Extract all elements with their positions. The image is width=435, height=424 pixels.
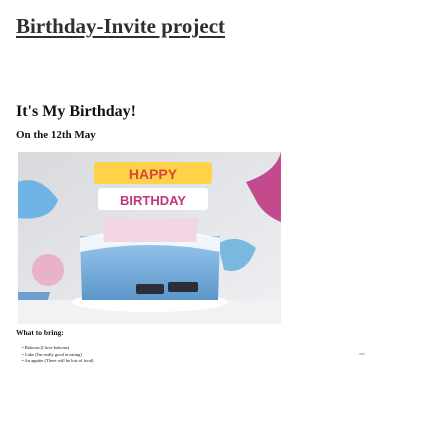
item-name: Cake: [24, 351, 34, 357]
item-name: An apptite: [24, 358, 44, 363]
item-note: (I love baloons): [40, 345, 70, 350]
banner-line-2: BIRTHDAY: [120, 193, 186, 208]
invite-date: On the 12th May: [16, 129, 96, 141]
item-note: (I'm really good at eating): [35, 351, 82, 357]
birthday-cake-image: HAPPY BIRTHDAY: [18, 152, 281, 324]
item-name: Baloons: [24, 345, 40, 350]
banner-line-1: HAPPY: [129, 166, 178, 182]
page-title: Birthday-Invite project: [16, 14, 226, 38]
bring-list: Baloons(I love baloons) Cake(I'm really …: [22, 345, 93, 365]
what-to-bring-heading: What to bring:: [16, 328, 64, 337]
invite-heading: It's My Birthday!: [16, 103, 136, 120]
list-item: An apptite(There will be lots of food): [22, 358, 93, 365]
item-note: (There will be lots of food): [44, 358, 94, 363]
resize-handle[interactable]: [359, 353, 365, 355]
